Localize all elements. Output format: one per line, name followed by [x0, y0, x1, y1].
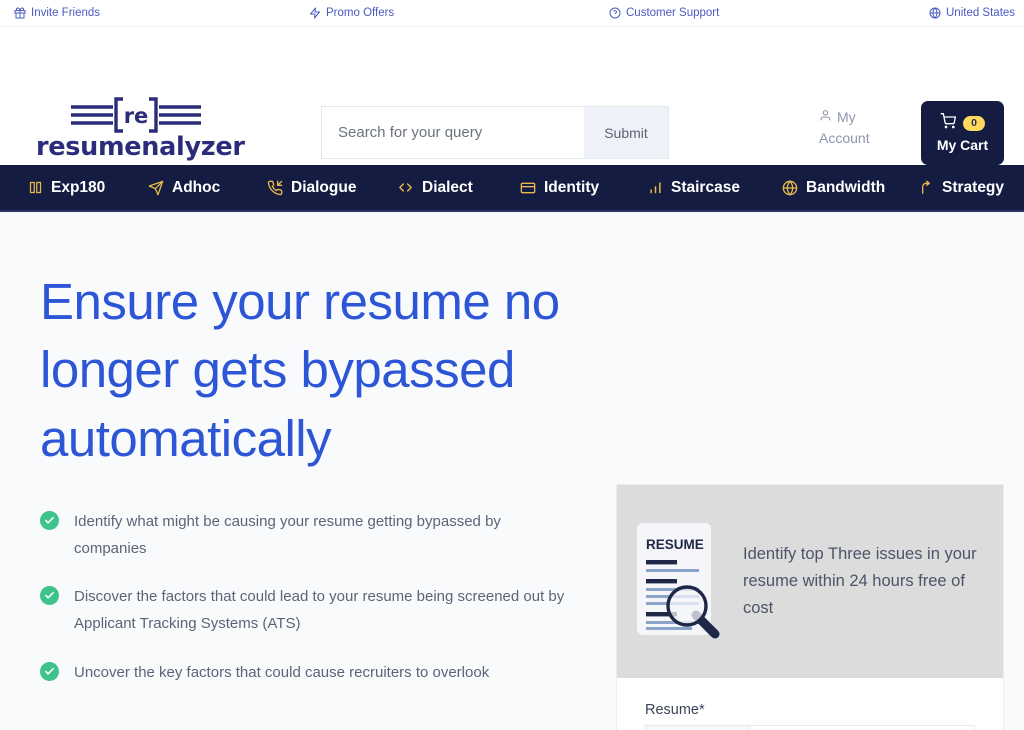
- hero-content: Ensure your resume no longer gets bypass…: [40, 268, 585, 708]
- resume-analysis-card: RESUME Identify top Three issues in your…: [616, 484, 1004, 730]
- main-navigation: Exp180 Adhoc Dialogue Dialect Identity S…: [0, 165, 1024, 212]
- nav-label: Strategy: [942, 178, 1005, 196]
- my-cart-button[interactable]: 0 My Cart: [921, 101, 1004, 165]
- page-title: Ensure your resume no longer gets bypass…: [40, 273, 560, 467]
- hero-section: Ensure your resume no longer gets bypass…: [0, 212, 1024, 730]
- nav-label: Bandwidth: [806, 178, 886, 196]
- resume-magnifier-icon: RESUME: [635, 521, 729, 643]
- search-input[interactable]: [322, 107, 584, 158]
- choose-file-button[interactable]: Choose File: [646, 726, 750, 730]
- search-submit-button[interactable]: Submit: [584, 107, 668, 158]
- help-circle-icon: [609, 7, 621, 19]
- nav-item-strategy[interactable]: Strategy: [918, 179, 1004, 197]
- code-brackets-icon: [397, 179, 414, 196]
- check-circle-icon: [40, 586, 59, 606]
- list-item: Identify what might be causing your resu…: [40, 509, 585, 562]
- cart-count-badge: 0: [963, 116, 985, 131]
- card-banner-text: Identify top Three issues in your resume…: [743, 545, 977, 617]
- nav-item-adhoc[interactable]: Adhoc: [148, 179, 220, 197]
- nav-item-bandwidth[interactable]: Bandwidth: [782, 179, 885, 197]
- gift-icon: [14, 7, 26, 19]
- utility-topbar: Invite Friends Promo Offers Customer Sup…: [0, 0, 1024, 27]
- nav-item-identity[interactable]: Identity: [520, 179, 599, 197]
- svg-text:re: re: [124, 104, 149, 128]
- list-item: Discover the factors that could lead to …: [40, 584, 585, 637]
- site-logo[interactable]: re resumenalyzer: [36, 95, 245, 162]
- check-circle-icon: [40, 661, 59, 681]
- phone-incoming-icon: [267, 180, 283, 196]
- user-icon: [819, 107, 832, 128]
- card-form: Resume* Choose File No file chosen The a…: [617, 678, 1003, 730]
- benefit-text: Discover the factors that could lead to …: [74, 588, 565, 633]
- benefit-text: Uncover the key factors that could cause…: [74, 663, 490, 681]
- nav-label: Dialogue: [291, 178, 357, 196]
- lightning-icon: [309, 7, 321, 19]
- my-account-line1: My: [837, 109, 856, 125]
- bar-chart-icon: [648, 180, 663, 195]
- paper-plane-icon: [148, 180, 164, 196]
- resume-thumb-title: RESUME: [646, 537, 704, 552]
- topbar-item-customer-support[interactable]: Customer Support: [609, 7, 719, 19]
- nav-label: Exp180: [51, 178, 106, 196]
- cart-label: My Cart: [936, 137, 989, 153]
- nav-item-exp180[interactable]: Exp180: [28, 179, 105, 197]
- topbar-item-promo-offers[interactable]: Promo Offers: [309, 7, 394, 19]
- file-status-text: No file chosen: [750, 726, 974, 730]
- file-upload-control[interactable]: Choose File No file chosen: [645, 725, 975, 730]
- globe-icon: [929, 7, 941, 19]
- logo-wordmark: resumenalyzer: [36, 132, 245, 162]
- globe-icon: [782, 179, 798, 196]
- shopping-cart-icon: [940, 113, 957, 134]
- check-circle-icon: [40, 510, 59, 530]
- topbar-item-country[interactable]: United States: [929, 7, 1015, 19]
- benefit-list: Identify what might be causing your resu…: [40, 509, 585, 686]
- nav-item-staircase[interactable]: Staircase: [648, 179, 740, 197]
- topbar-label: Invite Friends: [31, 7, 101, 19]
- columns-icon: [28, 180, 43, 195]
- my-account-link[interactable]: My Account: [819, 107, 891, 149]
- nav-label: Staircase: [671, 178, 740, 196]
- topbar-label: United States: [946, 7, 1016, 19]
- nav-item-dialogue[interactable]: Dialogue: [267, 179, 356, 197]
- card-banner: RESUME Identify top Three issues in your…: [617, 485, 1003, 678]
- benefit-text: Identify what might be causing your resu…: [74, 512, 501, 557]
- topbar-label: Customer Support: [626, 7, 720, 19]
- resume-field-label: Resume*: [645, 702, 705, 718]
- logo-mark-icon: re: [36, 95, 236, 135]
- site-header: re resumenalyzer Submit My Account: [0, 27, 1024, 165]
- search-bar: Submit: [321, 106, 669, 159]
- nav-label: Adhoc: [172, 178, 221, 196]
- topbar-item-invite-friends[interactable]: Invite Friends: [14, 7, 100, 19]
- arrow-up-right-icon: [918, 180, 934, 196]
- topbar-label: Promo Offers: [326, 7, 395, 19]
- list-item: Uncover the key factors that could cause…: [40, 660, 585, 687]
- nav-label: Dialect: [422, 178, 473, 196]
- my-account-line2: Account: [819, 130, 870, 146]
- credit-card-icon: [520, 180, 536, 196]
- nav-label: Identity: [544, 178, 600, 196]
- nav-item-dialect[interactable]: Dialect: [397, 179, 473, 197]
